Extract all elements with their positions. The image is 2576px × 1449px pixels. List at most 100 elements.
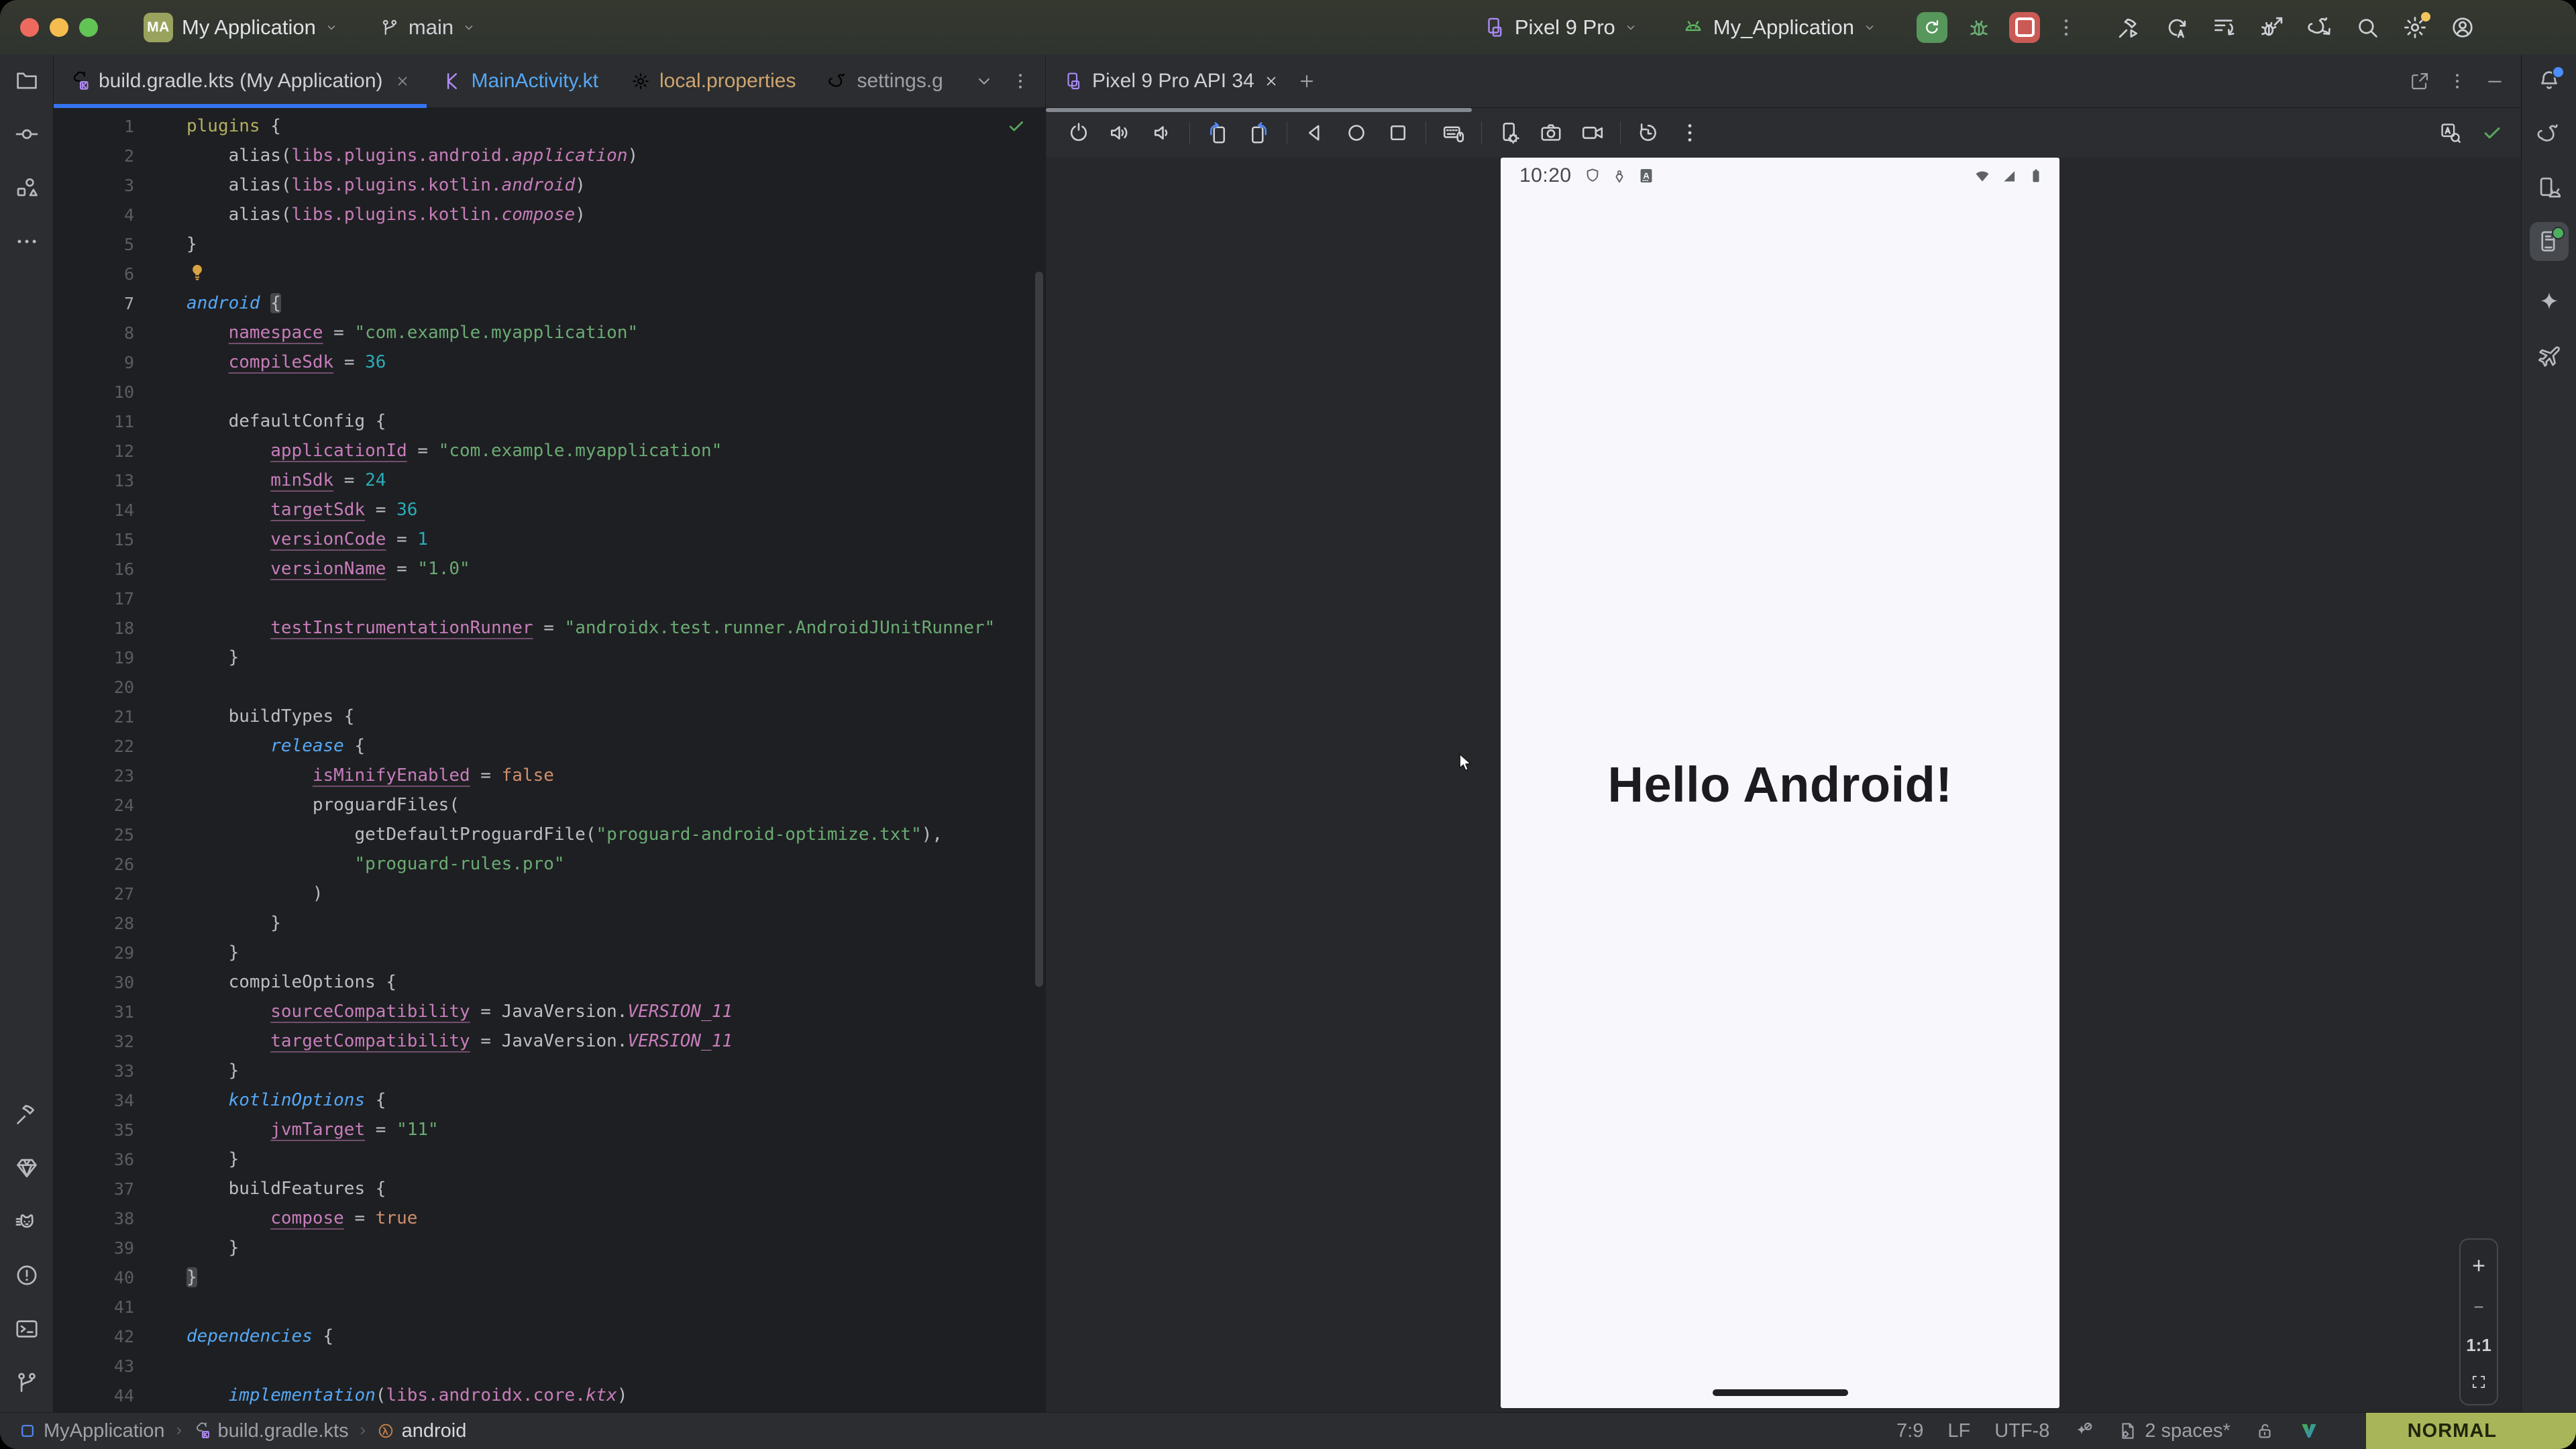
code-text[interactable] [186, 259, 208, 288]
rerun-button[interactable] [1917, 12, 1947, 43]
more-vertical-icon[interactable] [1678, 121, 1702, 145]
code-text[interactable]: targetSdk = 36 [186, 495, 417, 525]
line-separator-widget[interactable]: LF [1947, 1420, 1970, 1442]
code-text[interactable]: } [186, 1233, 239, 1263]
project-folder-icon[interactable] [14, 68, 40, 93]
code-text[interactable]: } [186, 1056, 239, 1085]
ai-assistant-status-icon[interactable] [2074, 1421, 2094, 1441]
code-text[interactable]: compileSdk = 36 [186, 347, 386, 377]
run-config-selector[interactable]: My_Application [1682, 15, 1876, 40]
add-device-tab-button[interactable] [1297, 71, 1317, 91]
zoom-ratio-button[interactable]: 1:1 [2466, 1335, 2491, 1356]
emulator-screen[interactable]: 10:20 Hello Android! [1501, 158, 2059, 1408]
commit-icon[interactable] [14, 121, 40, 147]
code-text[interactable]: alias(libs.plugins.android.application) [186, 141, 638, 170]
editor-scrollbar[interactable] [1035, 272, 1043, 987]
code-editor[interactable]: 1plugins {2 alias(libs.plugins.android.a… [54, 108, 1045, 1413]
code-text[interactable]: compileOptions { [186, 967, 396, 997]
airplane-icon[interactable] [2536, 343, 2562, 368]
editor-options-icon[interactable] [1010, 71, 1030, 91]
code-text[interactable]: } [186, 908, 281, 938]
inspection-ok-icon[interactable] [2481, 121, 2504, 144]
gesture-bar[interactable] [1713, 1389, 1848, 1396]
emulator-tab[interactable]: Pixel 9 Pro API 34 [1046, 54, 1293, 107]
breadcrumb-item[interactable]: build.gradle.kts [193, 1420, 349, 1442]
encoding-widget[interactable]: UTF-8 [1994, 1420, 2049, 1442]
device-manager-icon[interactable] [2536, 175, 2562, 201]
code-text[interactable]: sourceCompatibility = JavaVersion.VERSIO… [186, 997, 733, 1026]
gemini-icon[interactable] [2536, 289, 2562, 315]
profile-icon[interactable] [2450, 15, 2475, 40]
quickfix-bulb-icon[interactable] [186, 262, 208, 283]
code-text[interactable]: android { [186, 288, 281, 318]
build-hammer-icon[interactable] [14, 1102, 40, 1127]
screenshot-icon[interactable] [1539, 121, 1563, 145]
code-text[interactable]: plugins { [186, 111, 281, 141]
nav-overview-icon[interactable] [1386, 121, 1410, 145]
attach-debugger-icon[interactable] [2259, 15, 2285, 40]
snapshots-icon[interactable] [1636, 121, 1660, 145]
tab-list-dropdown-icon[interactable] [974, 71, 994, 91]
search-everywhere-icon[interactable] [2355, 15, 2380, 40]
run-more-options-button[interactable] [2055, 16, 2078, 39]
device-selector[interactable]: Pixel 9 Pro [1483, 15, 1638, 40]
indent-widget[interactable]: 2 spaces* [2118, 1420, 2230, 1442]
code-text[interactable]: buildTypes { [186, 702, 354, 731]
code-text[interactable]: applicationId = "com.example.myapplicati… [186, 436, 722, 466]
stop-button[interactable] [2009, 12, 2040, 43]
breadcrumb-item[interactable]: MyApplication [19, 1420, 165, 1442]
code-text[interactable]: namespace = "com.example.myapplication" [186, 318, 638, 347]
code-text[interactable]: alias(libs.plugins.kotlin.compose) [186, 200, 586, 229]
close-icon[interactable] [394, 73, 411, 89]
code-text[interactable]: proguardFiles( [186, 790, 460, 820]
code-text[interactable]: defaultConfig { [186, 407, 386, 436]
code-text[interactable]: targetCompatibility = JavaVersion.VERSIO… [186, 1026, 733, 1056]
screen-record-icon[interactable] [1580, 121, 1605, 145]
ui-check-icon[interactable] [2439, 121, 2462, 144]
code-text[interactable]: } [186, 1263, 197, 1292]
running-devices-icon[interactable] [2536, 229, 2562, 254]
project-selector[interactable]: MA My Application [144, 13, 338, 42]
volume-up-icon[interactable] [1108, 121, 1132, 145]
code-text[interactable]: minSdk = 24 [186, 466, 386, 495]
vim-icon[interactable] [2299, 1421, 2319, 1441]
resource-manager-icon[interactable] [14, 175, 40, 201]
close-window-button[interactable] [20, 18, 39, 37]
zoom-out-button[interactable]: − [2473, 1297, 2483, 1318]
power-icon[interactable] [1067, 121, 1091, 145]
branch-selector[interactable]: main [380, 15, 476, 40]
code-text[interactable]: } [186, 229, 197, 259]
more-tools-icon[interactable] [14, 229, 40, 254]
logcat-icon[interactable] [14, 1209, 40, 1234]
gradle-sync-icon[interactable] [2307, 15, 2332, 40]
vim-mode-badge[interactable]: NORMAL [2366, 1413, 2576, 1449]
code-text[interactable]: versionName = "1.0" [186, 554, 470, 584]
version-control-icon[interactable] [14, 1370, 40, 1395]
minimize-window-button[interactable] [50, 18, 68, 37]
close-icon[interactable] [1263, 73, 1279, 89]
editor-tab-build.gradle.kts[interactable]: build.gradle.kts (My Application) [54, 54, 427, 107]
more-vertical-icon[interactable] [2447, 71, 2467, 91]
inspections-passed-icon[interactable] [1006, 116, 1026, 136]
caret-position-widget[interactable]: 7:9 [1896, 1420, 1923, 1442]
zoom-in-button[interactable]: + [2472, 1253, 2485, 1279]
tabstrip-scrollbar[interactable] [1046, 108, 1472, 112]
device-settings-icon[interactable] [1497, 121, 1521, 145]
editor-tab-MainActivity.kt[interactable]: MainActivity.kt [427, 54, 614, 107]
notifications-icon[interactable] [2536, 68, 2562, 93]
code-text[interactable]: isMinifyEnabled = false [186, 761, 554, 790]
code-text[interactable]: kotlinOptions { [186, 1085, 386, 1115]
rotate-left-icon[interactable] [1205, 121, 1230, 145]
code-text[interactable]: versionCode = 1 [186, 525, 428, 554]
nav-home-icon[interactable] [1344, 121, 1368, 145]
code-text[interactable]: } [186, 1144, 239, 1174]
open-new-window-icon[interactable] [2410, 71, 2430, 91]
code-text[interactable]: release { [186, 731, 365, 761]
build-run-icon[interactable] [2116, 15, 2142, 40]
breadcrumb-item[interactable]: android [377, 1420, 467, 1442]
rotate-right-icon[interactable] [1247, 121, 1271, 145]
settings-icon[interactable] [2402, 15, 2428, 40]
code-text[interactable]: testInstrumentationRunner = "androidx.te… [186, 613, 995, 643]
problems-icon[interactable] [14, 1263, 40, 1288]
code-text[interactable]: buildFeatures { [186, 1174, 386, 1203]
